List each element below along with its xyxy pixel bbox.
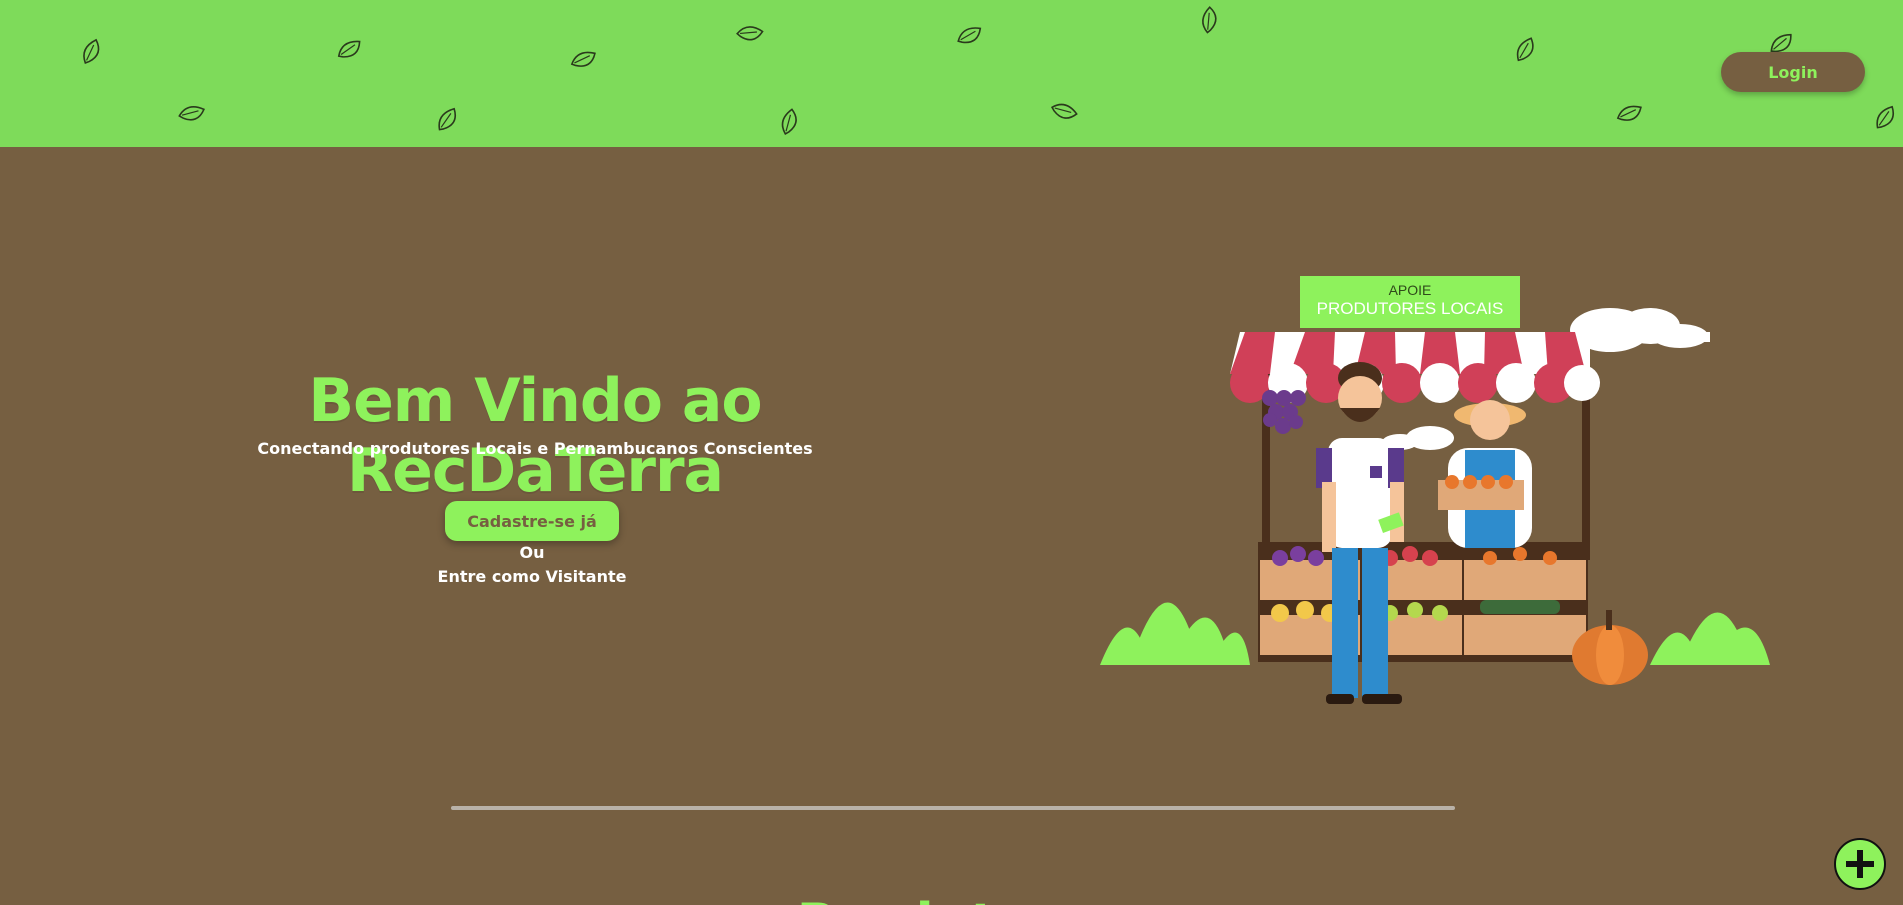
leaf-icon xyxy=(173,95,211,133)
login-button[interactable]: Login xyxy=(1721,52,1865,92)
leaf-icon xyxy=(1870,102,1902,134)
plus-icon xyxy=(1846,850,1874,878)
hero-title: Bem Vindo ao RecDaTerra xyxy=(308,366,762,506)
or-separator: Ou xyxy=(519,543,545,562)
sign-line-1: APOIE xyxy=(1388,282,1432,298)
leaf-icon xyxy=(334,34,366,66)
market-stall-image xyxy=(1100,308,1770,704)
leaf-icon xyxy=(1045,93,1083,131)
sign-line-2: PRODUTORES LOCAIS xyxy=(1316,299,1504,318)
farmer-figure xyxy=(1438,400,1532,548)
leaf-icon xyxy=(566,42,602,78)
leaf-icon xyxy=(953,19,987,53)
market-stall-illustration: APOIE PRODUTORES LOCAIS xyxy=(1090,270,1790,710)
leaf-icon xyxy=(1612,96,1648,132)
leaf-icon xyxy=(1509,33,1543,67)
leaf-icon xyxy=(771,103,809,141)
support-sign: APOIE PRODUTORES LOCAIS xyxy=(1300,276,1520,328)
leaf-icon xyxy=(1190,0,1229,39)
leaf-icon xyxy=(74,34,110,70)
leaf-icon xyxy=(730,14,769,53)
top-header: Login xyxy=(0,0,1903,147)
add-button[interactable] xyxy=(1834,838,1886,890)
section-divider xyxy=(451,806,1455,810)
leaf-icon xyxy=(432,104,464,136)
next-section-heading: Produtores Conscientes xyxy=(760,893,1160,905)
visitor-link[interactable]: Entre como Visitante xyxy=(432,567,632,586)
signup-button[interactable]: Cadastre-se já xyxy=(445,501,619,541)
hero-subtitle: Conectando produtores Locais e Pernambuc… xyxy=(257,439,813,458)
